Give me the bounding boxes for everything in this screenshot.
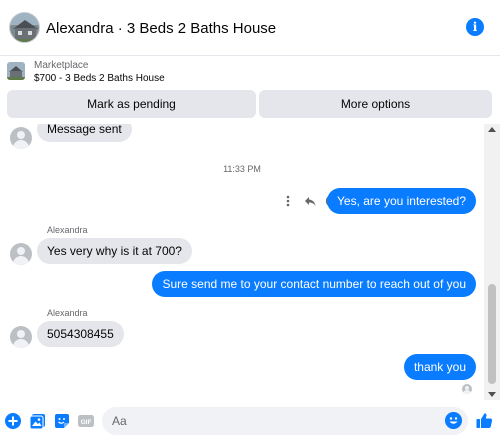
plus-icon[interactable]: [4, 412, 22, 430]
listing-title[interactable]: $700 - 3 Beds 2 Baths House: [34, 73, 165, 84]
marketplace-panel: Marketplace $700 - 3 Beds 2 Baths House …: [0, 56, 500, 124]
scroll-up-arrow-icon[interactable]: [488, 127, 496, 132]
emoji-icon[interactable]: [445, 412, 462, 429]
more-options-button[interactable]: More options: [259, 90, 492, 118]
conversation-title[interactable]: Alexandra · 3 Beds 2 Baths House: [46, 20, 276, 37]
outgoing-message: Sure send me to your contact number to r…: [152, 271, 476, 297]
avatar[interactable]: [10, 326, 32, 348]
message-list: Message sent 11:33 PM Yes, are you inter…: [0, 124, 484, 400]
photo-icon[interactable]: [29, 412, 47, 430]
more-icon[interactable]: [281, 194, 295, 208]
chat-header: Alexandra · 3 Beds 2 Baths House i: [0, 0, 500, 56]
sticker-icon[interactable]: [53, 412, 71, 430]
message-timestamp: 11:33 PM: [223, 164, 261, 174]
outgoing-message: Yes, are you interested?: [327, 188, 476, 214]
svg-text:GIF: GIF: [81, 419, 92, 426]
info-icon[interactable]: i: [466, 18, 484, 36]
incoming-message: Message sent: [37, 124, 132, 142]
message-composer: GIF Aa: [0, 400, 500, 444]
message-input-placeholder: Aa: [112, 414, 127, 428]
avatar[interactable]: [10, 127, 32, 149]
message-input[interactable]: Aa: [102, 407, 468, 435]
outgoing-message: thank you: [403, 354, 476, 380]
marketplace-label: Marketplace: [34, 60, 89, 71]
scroll-down-arrow-icon[interactable]: [488, 392, 496, 397]
reply-icon[interactable]: [303, 194, 317, 208]
sender-name: Alexandra: [47, 225, 88, 235]
incoming-message: 5054308455: [37, 321, 124, 347]
mark-as-pending-button[interactable]: Mark as pending: [7, 90, 256, 118]
avatar[interactable]: [10, 243, 32, 265]
like-icon[interactable]: [475, 411, 494, 430]
gif-icon[interactable]: GIF: [77, 412, 95, 430]
incoming-message: Yes very why is it at 700?: [37, 238, 192, 264]
chat-scrollbar[interactable]: [484, 124, 500, 400]
listing-thumbnail[interactable]: [7, 62, 25, 80]
scroll-thumb[interactable]: [488, 284, 496, 384]
sender-name: Alexandra: [47, 308, 88, 318]
seen-avatar: [462, 384, 472, 394]
listing-avatar[interactable]: [9, 12, 40, 43]
